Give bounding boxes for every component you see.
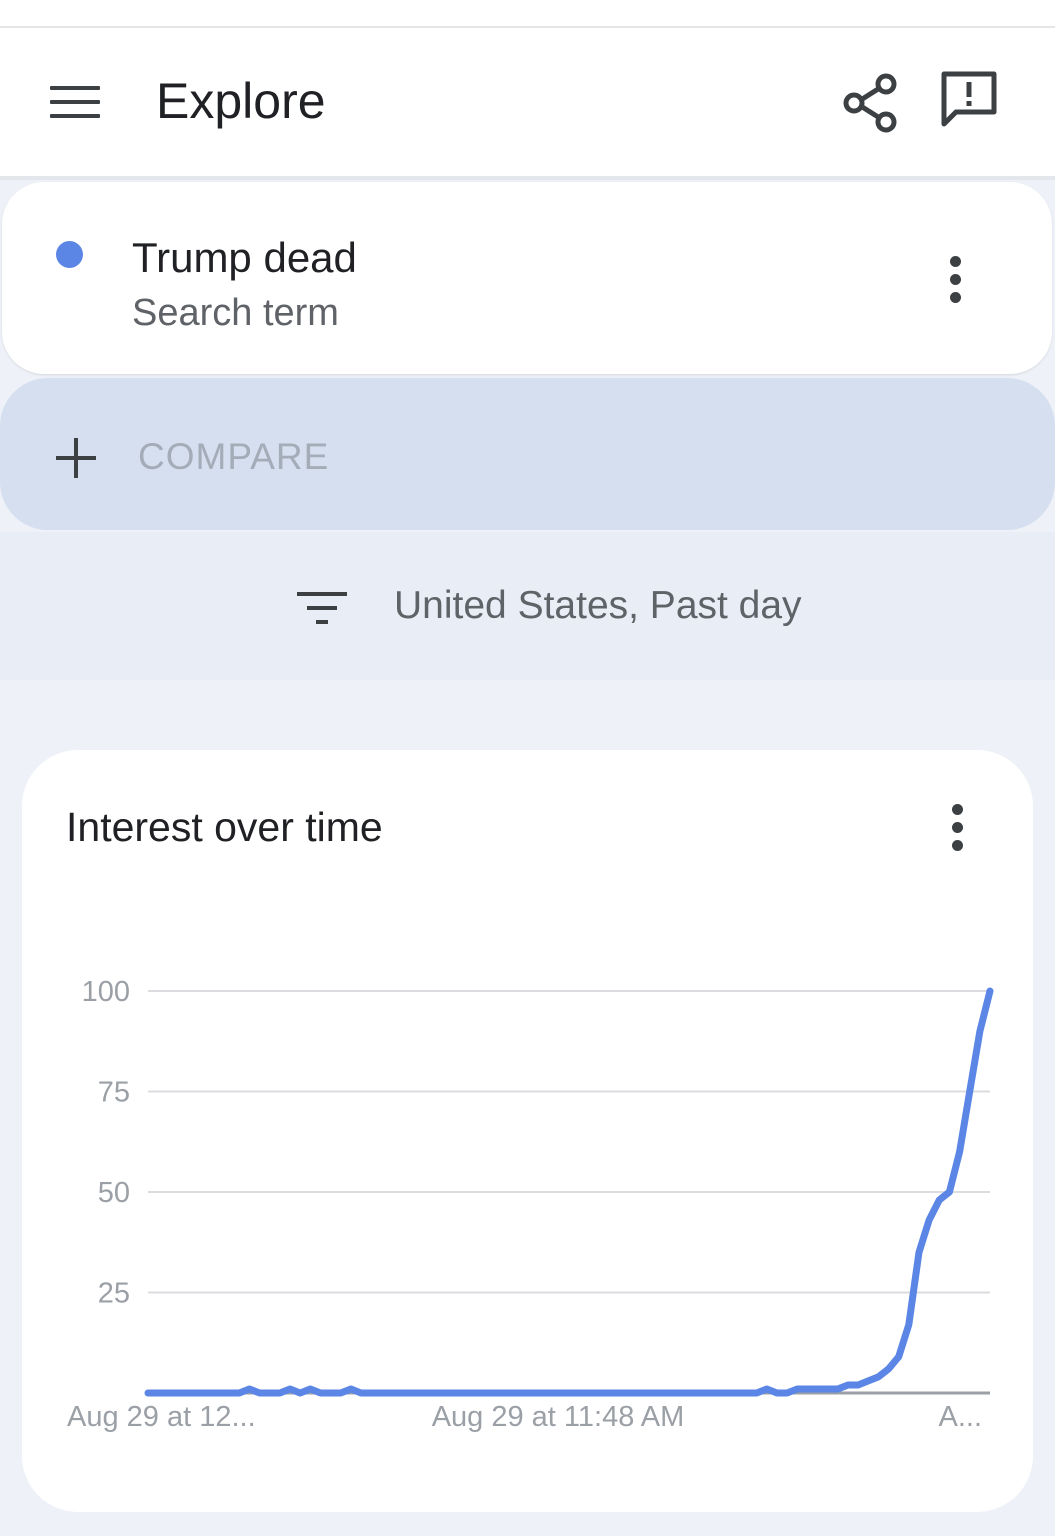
x-tick-label: Aug 29 at 11:48 AM bbox=[432, 1401, 685, 1433]
menu-icon[interactable] bbox=[50, 86, 102, 120]
term-type: Search term bbox=[132, 292, 339, 334]
y-tick-label: 50 bbox=[98, 1177, 130, 1209]
interest-chart: 100 75 50 25 Aug 29 at 12... Aug 29 at 11:48… bbox=[67, 976, 994, 1433]
app-bar: Explore bbox=[0, 28, 1055, 180]
x-tick-label: A... bbox=[938, 1401, 982, 1433]
filter-row[interactable]: United States, Past day bbox=[0, 532, 1055, 680]
compare-button[interactable]: COMPARE bbox=[0, 378, 1055, 530]
status-strip bbox=[0, 0, 1055, 28]
compare-label: COMPARE bbox=[138, 436, 330, 477]
x-tick-label: Aug 29 at 12... bbox=[67, 1401, 256, 1433]
share-icon[interactable] bbox=[842, 72, 900, 134]
term-name: Trump dead bbox=[132, 234, 357, 281]
page-title: Explore bbox=[156, 73, 326, 129]
term-color-dot bbox=[56, 241, 83, 268]
search-term-card[interactable]: Trump dead Search term bbox=[2, 182, 1052, 374]
y-tick-label: 75 bbox=[98, 1077, 130, 1109]
filter-icon bbox=[297, 592, 347, 626]
y-tick-label: 25 bbox=[98, 1278, 130, 1310]
interest-over-time-card: Interest over time 100 75 50 25 Aug 29 at 1… bbox=[22, 750, 1033, 1512]
plus-icon bbox=[56, 438, 96, 478]
y-tick-label: 100 bbox=[82, 976, 130, 1008]
feedback-icon[interactable] bbox=[938, 68, 1000, 130]
filter-label: United States, Past day bbox=[394, 584, 802, 627]
more-vert-icon[interactable] bbox=[946, 256, 966, 306]
